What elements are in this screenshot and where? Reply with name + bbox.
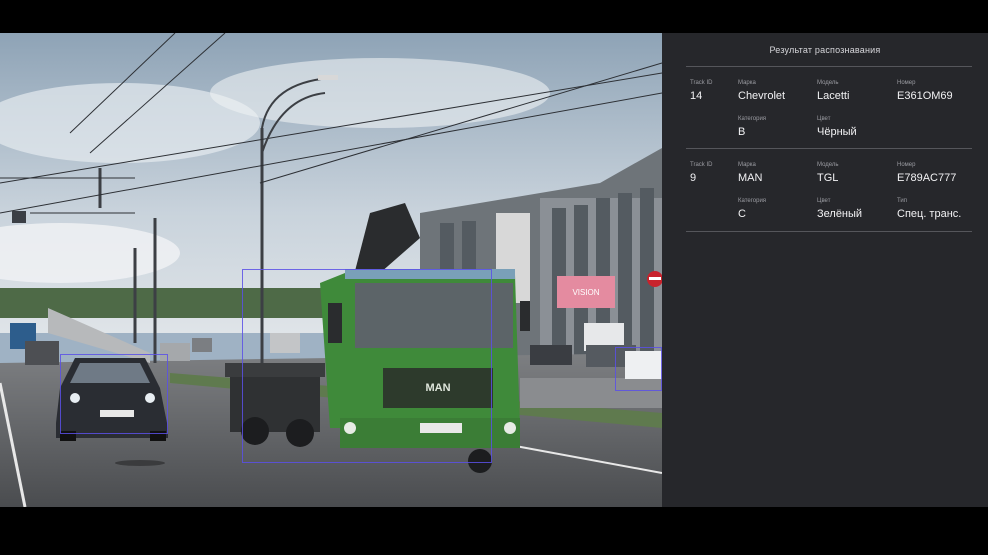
plate-value: E361OM69 (897, 90, 953, 102)
model-value: TGL (817, 172, 839, 184)
track-id-field: Track ID 14 (690, 79, 712, 103)
category-value: B (738, 126, 746, 138)
recognition-panel: Результат распознавания Track ID 14 Марк… (662, 33, 988, 507)
brand-field: Марка MAN (738, 161, 762, 185)
model-field: Модель TGL (817, 161, 839, 185)
color-value: Чёрный (817, 126, 857, 138)
track-id-value: 9 (690, 172, 697, 184)
plate-field: Номер E789AC777 (897, 161, 956, 185)
color-value: Зелёный (817, 208, 863, 220)
track-id-label: Track ID (690, 162, 713, 168)
model-value: Lacetti (817, 90, 850, 102)
brand-value: MAN (738, 172, 763, 184)
track-id-value: 14 (690, 90, 703, 102)
brand-label: Марка (738, 80, 756, 86)
panel-title: Результат распознавания (769, 45, 881, 55)
model-label: Модель (817, 162, 839, 168)
detection-box-truck[interactable] (242, 269, 492, 463)
brand-value: Chevrolet (738, 90, 786, 102)
model-label: Модель (817, 80, 839, 86)
billboard-text: VISION (572, 288, 599, 297)
brand-field: Марка Chevrolet (738, 79, 785, 103)
type-value: Спец. транс. (897, 208, 962, 220)
category-field: Категория C (738, 197, 766, 221)
type-label: Тип (897, 198, 908, 204)
category-value: C (738, 208, 746, 220)
video-frame[interactable]: VISION MAN (0, 33, 662, 507)
track-id-field: Track ID 9 (690, 161, 712, 185)
plate-label: Номер (897, 162, 916, 168)
brand-label: Марка (738, 162, 756, 168)
panel-divider (686, 148, 972, 149)
plate-label: Номер (897, 80, 916, 86)
category-label: Категория (738, 116, 767, 122)
detection-box-parked-car[interactable] (615, 347, 662, 391)
color-label: Цвет (817, 116, 831, 122)
color-field: Цвет Чёрный (817, 115, 857, 139)
plate-value: E789AC777 (897, 172, 957, 184)
category-label: Категория (738, 198, 767, 204)
track-id-label: Track ID (690, 80, 713, 86)
model-field: Модель Lacetti (817, 79, 849, 103)
color-field: Цвет Зелёный (817, 197, 862, 221)
panel-divider (686, 231, 972, 232)
type-field: Тип Спец. транс. (897, 197, 961, 221)
category-field: Категория B (738, 115, 766, 139)
panel-divider (686, 66, 972, 67)
plate-field: Номер E361OM69 (897, 79, 953, 103)
color-label: Цвет (817, 198, 831, 204)
detection-box-car[interactable] (60, 354, 168, 434)
